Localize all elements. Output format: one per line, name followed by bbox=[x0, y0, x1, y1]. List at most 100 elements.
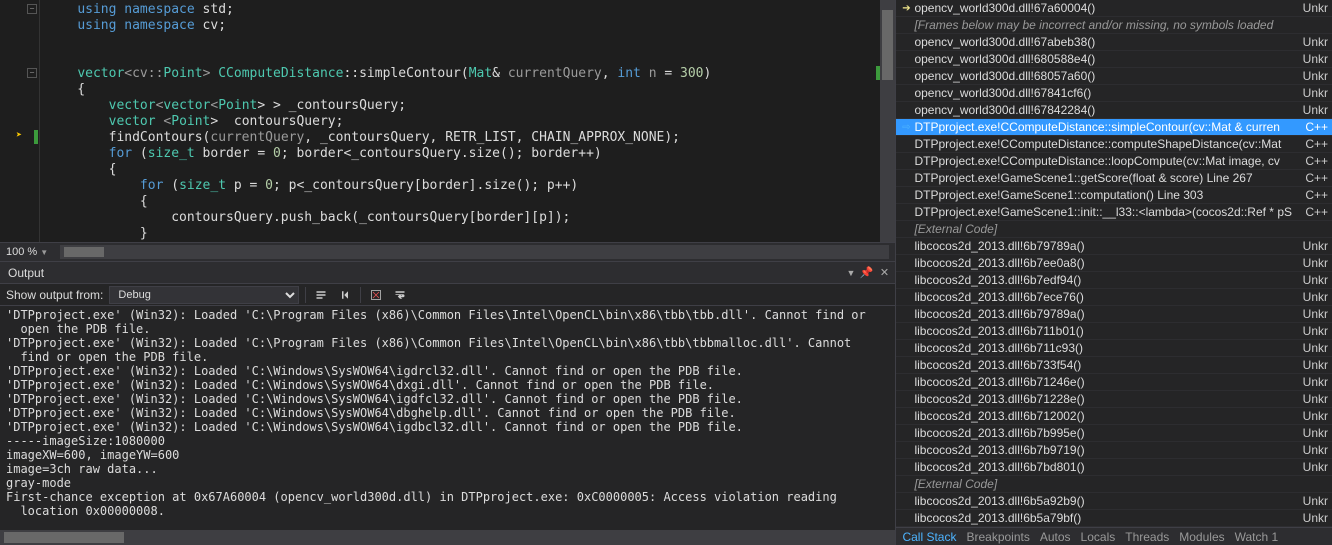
call-stack-frame[interactable]: [Frames below may be incorrect and/or mi… bbox=[896, 17, 1332, 34]
code-line[interactable]: for (size_t p = 0; p<_contoursQuery[bord… bbox=[46, 178, 880, 194]
code-line[interactable]: using namespace std; bbox=[46, 2, 880, 18]
close-icon[interactable]: ✕ bbox=[877, 266, 891, 280]
frame-name: libcocos2d_2013.dll!6b5a79bf() bbox=[914, 511, 1292, 525]
code-line[interactable]: } bbox=[46, 226, 880, 242]
call-stack-frame[interactable]: libcocos2d_2013.dll!6b71246e()Unkr bbox=[896, 374, 1332, 391]
call-stack-frame[interactable]: ➔opencv_world300d.dll!67a60004()Unkr bbox=[896, 0, 1332, 17]
find-message-icon[interactable] bbox=[312, 286, 330, 304]
zoom-level-dropdown[interactable]: 100 % ▼ bbox=[6, 246, 48, 258]
call-stack-frame[interactable]: DTPproject.exe!CComputeDistance::loopCom… bbox=[896, 153, 1332, 170]
call-stack-frame[interactable]: libcocos2d_2013.dll!6b5a79bf()Unkr bbox=[896, 510, 1332, 527]
frame-name: libcocos2d_2013.dll!6b7bd801() bbox=[914, 460, 1292, 474]
debug-tab-threads[interactable]: Threads bbox=[1125, 530, 1169, 544]
code-line[interactable] bbox=[46, 34, 880, 50]
call-stack-frame[interactable]: opencv_world300d.dll!68057a60()Unkr bbox=[896, 68, 1332, 85]
frame-name: libcocos2d_2013.dll!6b7b9719() bbox=[914, 443, 1292, 457]
call-stack-frame[interactable]: libcocos2d_2013.dll!6b712002()Unkr bbox=[896, 408, 1332, 425]
call-stack-frame[interactable]: opencv_world300d.dll!680588e4()Unkr bbox=[896, 51, 1332, 68]
call-stack-frame[interactable]: [External Code] bbox=[896, 476, 1332, 493]
call-stack-list[interactable]: ➔opencv_world300d.dll!67a60004()Unkr[Fra… bbox=[896, 0, 1332, 527]
call-stack-frame[interactable]: libcocos2d_2013.dll!6b7bd801()Unkr bbox=[896, 459, 1332, 476]
code-line[interactable]: for (size_t border = 0; border<_contours… bbox=[46, 146, 880, 162]
call-stack-frame[interactable]: ⇨DTPproject.exe!CComputeDistance::simple… bbox=[896, 119, 1332, 136]
call-stack-frame[interactable]: libcocos2d_2013.dll!6b79789a()Unkr bbox=[896, 306, 1332, 323]
call-stack-frame[interactable]: libcocos2d_2013.dll!6b733f54()Unkr bbox=[896, 357, 1332, 374]
frame-language: C++ bbox=[1292, 120, 1330, 134]
call-stack-frame[interactable]: DTPproject.exe!GameScene1::getScore(floa… bbox=[896, 170, 1332, 187]
output-line: location 0x00000008. bbox=[6, 504, 889, 518]
call-stack-frame[interactable]: DTPproject.exe!GameScene1::computation()… bbox=[896, 187, 1332, 204]
call-stack-frame[interactable]: libcocos2d_2013.dll!6b7edf94()Unkr bbox=[896, 272, 1332, 289]
output-horizontal-scrollbar[interactable] bbox=[0, 530, 895, 545]
debug-tab-watch-1[interactable]: Watch 1 bbox=[1235, 530, 1279, 544]
code-line[interactable]: { bbox=[46, 194, 880, 210]
call-stack-frame[interactable]: libcocos2d_2013.dll!6b7ee0a8()Unkr bbox=[896, 255, 1332, 272]
frame-language: Unkr bbox=[1292, 426, 1330, 440]
code-line[interactable] bbox=[46, 50, 880, 66]
call-stack-frame[interactable]: libcocos2d_2013.dll!6b79789a()Unkr bbox=[896, 238, 1332, 255]
output-line: 'DTPproject.exe' (Win32): Loaded 'C:\Pro… bbox=[6, 308, 889, 322]
code-line[interactable]: vector<cv::Point> CComputeDistance::simp… bbox=[46, 66, 880, 82]
debug-tab-locals[interactable]: Locals bbox=[1081, 530, 1116, 544]
output-line: open the PDB file. bbox=[6, 322, 889, 336]
code-line[interactable]: findContours(currentQuery, _contoursQuer… bbox=[46, 130, 880, 146]
frame-name: libcocos2d_2013.dll!6b5a92b9() bbox=[914, 494, 1292, 508]
scrollbar-thumb[interactable] bbox=[64, 247, 104, 257]
editor-vertical-scrollbar[interactable] bbox=[880, 0, 895, 242]
frame-name: [External Code] bbox=[914, 477, 1292, 491]
scrollbar-thumb[interactable] bbox=[4, 532, 124, 543]
call-stack-frame[interactable]: opencv_world300d.dll!67841cf6()Unkr bbox=[896, 85, 1332, 102]
code-line[interactable]: { bbox=[46, 162, 880, 178]
frame-language: Unkr bbox=[1292, 392, 1330, 406]
code-line[interactable]: { bbox=[46, 82, 880, 98]
call-stack-frame[interactable]: libcocos2d_2013.dll!6b5a92b9()Unkr bbox=[896, 493, 1332, 510]
debug-tab-modules[interactable]: Modules bbox=[1179, 530, 1224, 544]
code-editor[interactable]: −−➤ using namespace std; using namespace… bbox=[0, 0, 895, 242]
output-line: imageXW=600, imageYW=600 bbox=[6, 448, 889, 462]
output-line: 'DTPproject.exe' (Win32): Loaded 'C:\Win… bbox=[6, 378, 889, 392]
code-line[interactable]: contoursQuery.push_back(_contoursQuery[b… bbox=[46, 210, 880, 226]
frame-name: libcocos2d_2013.dll!6b7ee0a8() bbox=[914, 256, 1292, 270]
frame-language: Unkr bbox=[1292, 443, 1330, 457]
call-stack-frame[interactable]: libcocos2d_2013.dll!6b71228e()Unkr bbox=[896, 391, 1332, 408]
scrollbar-thumb[interactable] bbox=[882, 10, 893, 80]
frame-language: C++ bbox=[1292, 188, 1330, 202]
call-stack-frame[interactable]: libcocos2d_2013.dll!6b7b9719()Unkr bbox=[896, 442, 1332, 459]
output-body[interactable]: 'DTPproject.exe' (Win32): Loaded 'C:\Pro… bbox=[0, 306, 895, 530]
output-line: find or open the PDB file. bbox=[6, 350, 889, 364]
show-output-from-label: Show output from: bbox=[6, 288, 103, 302]
window-position-icon[interactable]: ▼ bbox=[847, 268, 856, 278]
editor-gutter: −−➤ bbox=[0, 0, 40, 242]
call-stack-frame[interactable]: libcocos2d_2013.dll!6b711b01()Unkr bbox=[896, 323, 1332, 340]
frame-name: libcocos2d_2013.dll!6b711b01() bbox=[914, 324, 1292, 338]
call-stack-frame[interactable]: DTPproject.exe!CComputeDistance::compute… bbox=[896, 136, 1332, 153]
debug-tab-breakpoints[interactable]: Breakpoints bbox=[966, 530, 1029, 544]
frame-name: opencv_world300d.dll!68057a60() bbox=[914, 69, 1292, 83]
call-stack-frame[interactable]: libcocos2d_2013.dll!6b711c93()Unkr bbox=[896, 340, 1332, 357]
clear-all-icon[interactable] bbox=[367, 286, 385, 304]
toggle-word-wrap-icon[interactable] bbox=[391, 286, 409, 304]
call-stack-frame[interactable]: libcocos2d_2013.dll!6b7b995e()Unkr bbox=[896, 425, 1332, 442]
call-stack-frame[interactable]: [External Code] bbox=[896, 221, 1332, 238]
zoom-level-value: 100 % bbox=[6, 246, 37, 258]
call-stack-frame[interactable]: opencv_world300d.dll!67842284()Unkr bbox=[896, 102, 1332, 119]
frame-name: libcocos2d_2013.dll!6b712002() bbox=[914, 409, 1292, 423]
editor-horizontal-scrollbar[interactable] bbox=[60, 245, 889, 259]
output-source-select[interactable]: Debug bbox=[109, 286, 299, 304]
call-stack-frame[interactable]: DTPproject.exe!GameScene1::init::__l33::… bbox=[896, 204, 1332, 221]
debug-tab-call-stack[interactable]: Call Stack bbox=[902, 530, 956, 544]
code-line[interactable]: using namespace cv; bbox=[46, 18, 880, 34]
frame-name: opencv_world300d.dll!67841cf6() bbox=[914, 86, 1292, 100]
debug-tab-autos[interactable]: Autos bbox=[1040, 530, 1071, 544]
previous-icon[interactable] bbox=[336, 286, 354, 304]
collapse-toggle-icon[interactable]: − bbox=[27, 4, 37, 14]
call-stack-frame[interactable]: opencv_world300d.dll!67abeb38()Unkr bbox=[896, 34, 1332, 51]
code-line[interactable]: vector<vector<Point> > _contoursQuery; bbox=[46, 98, 880, 114]
output-header: Output ▼ 📌 ✕ bbox=[0, 262, 895, 284]
code-line[interactable]: vector <Point> contoursQuery; bbox=[46, 114, 880, 130]
call-stack-frame[interactable]: libcocos2d_2013.dll!6b7ece76()Unkr bbox=[896, 289, 1332, 306]
frame-name: libcocos2d_2013.dll!6b733f54() bbox=[914, 358, 1292, 372]
code-body[interactable]: using namespace std; using namespace cv;… bbox=[40, 0, 880, 242]
collapse-toggle-icon[interactable]: − bbox=[27, 68, 37, 78]
pin-icon[interactable]: 📌 bbox=[859, 266, 873, 280]
